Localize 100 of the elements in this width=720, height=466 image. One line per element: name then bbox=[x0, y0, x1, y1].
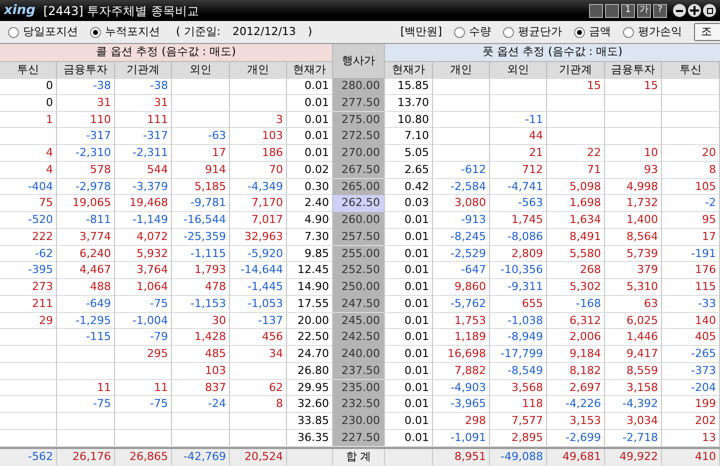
strike-cell: 272.50 bbox=[333, 128, 385, 145]
value-cell-text: 456 bbox=[262, 329, 283, 346]
value-cell-text: -2 bbox=[705, 195, 716, 212]
value-cell-text: -9,311 bbox=[508, 279, 543, 295]
value-cell-text: -3,965 bbox=[450, 396, 486, 412]
value-cell-text: 19,468 bbox=[130, 195, 168, 212]
value-cell-text: -75 bbox=[150, 396, 168, 412]
radio-button[interactable] bbox=[623, 26, 634, 38]
value-cell-text: -563 bbox=[518, 195, 543, 212]
value-cell-text: 8 bbox=[276, 396, 283, 412]
maximize-icon[interactable] bbox=[703, 4, 716, 17]
query-button[interactable]: 조 bbox=[694, 23, 720, 41]
value-cell-text: 3 bbox=[276, 112, 283, 128]
value-cell-text: -647 bbox=[461, 262, 486, 278]
value-cell-text: 3,158 bbox=[626, 380, 658, 396]
radio-label[interactable]: 수량 bbox=[469, 24, 491, 40]
value-cell-text: -317 bbox=[143, 128, 168, 144]
price-cell-text: 0.01 bbox=[404, 380, 429, 396]
value-cell-text: 32,963 bbox=[244, 228, 283, 245]
value-cell-text: 6,312 bbox=[570, 312, 601, 328]
window-icon[interactable] bbox=[589, 4, 603, 18]
value-cell-text: -38 bbox=[150, 78, 168, 94]
tool-button[interactable]: 1 bbox=[621, 4, 635, 18]
value-cell-text: 5,739 bbox=[626, 246, 658, 262]
price-cell-text: 36.35 bbox=[298, 430, 329, 446]
radio-label[interactable]: 누적포지션 bbox=[105, 24, 160, 40]
radio-button[interactable] bbox=[8, 26, 19, 38]
value-cell-text: -33 bbox=[698, 296, 716, 312]
price-cell-text: 0.01 bbox=[404, 362, 429, 379]
price-cell-text: 7.10 bbox=[404, 128, 429, 144]
value-cell-text: 211 bbox=[32, 296, 53, 312]
value-cell-text: -16,544 bbox=[184, 212, 226, 228]
value-cell-text: 95 bbox=[702, 212, 716, 228]
value-cell-text: 15 bbox=[587, 78, 601, 94]
value-cell-text: -8,949 bbox=[508, 329, 543, 346]
value-cell-text: 3,568 bbox=[512, 380, 543, 396]
value-cell-text: -913 bbox=[461, 212, 486, 228]
value-cell-text: 655 bbox=[522, 296, 543, 312]
value-cell-text: -63 bbox=[208, 128, 226, 144]
value-cell-text: 1,428 bbox=[194, 329, 226, 346]
value-cell-text: -5,920 bbox=[248, 246, 283, 262]
radio-button[interactable] bbox=[503, 26, 514, 38]
value-cell-text: -204 bbox=[691, 380, 716, 396]
price-cell-text: 0.01 bbox=[404, 212, 429, 228]
minimize-icon[interactable] bbox=[673, 4, 686, 17]
value-cell-text: 2,006 bbox=[570, 329, 601, 346]
value-cell-text: 115 bbox=[695, 279, 716, 295]
tool-button[interactable]: 가 bbox=[637, 4, 651, 18]
price-cell-text: 15.85 bbox=[398, 78, 429, 94]
value-cell-text: -2,718 bbox=[622, 430, 658, 446]
value-cell-text: 71 bbox=[587, 162, 601, 178]
radio-label[interactable]: 평균단가 bbox=[518, 24, 562, 40]
value-cell-text: 298 bbox=[465, 413, 486, 429]
radio-label[interactable]: 당일포지션 bbox=[23, 24, 78, 40]
value-cell-text: 1,745 bbox=[512, 212, 543, 228]
value-cell-text: 21 bbox=[529, 145, 543, 161]
price-cell-text: 0.01 bbox=[404, 329, 429, 346]
price-cell-text: 33.85 bbox=[298, 413, 329, 429]
tool-button[interactable]: ? bbox=[653, 4, 667, 18]
price-cell-text: 12.45 bbox=[298, 262, 329, 278]
value-cell-text: 1,446 bbox=[626, 329, 658, 346]
strike-cell: 280.00 bbox=[333, 78, 385, 94]
price-cell-text: 2.40 bbox=[304, 195, 329, 212]
value-cell-text: 3,774 bbox=[80, 228, 111, 245]
price-cell-text: 0.01 bbox=[404, 346, 429, 362]
value-cell-text: 5,302 bbox=[570, 279, 601, 295]
radio-label[interactable]: 금액 bbox=[589, 24, 611, 40]
value-cell-text: -395 bbox=[28, 262, 53, 278]
value-cell-text: 3,764 bbox=[136, 262, 168, 278]
value-cell-text: 914 bbox=[205, 162, 226, 178]
value-cell-text: 75 bbox=[39, 195, 53, 212]
price-cell-text: 0.01 bbox=[404, 296, 429, 312]
value-cell-text: -2,311 bbox=[132, 145, 168, 161]
move-icon[interactable] bbox=[688, 4, 701, 17]
strike-cell: 250.00 bbox=[333, 279, 385, 296]
value-cell-text: 405 bbox=[695, 329, 716, 346]
value-cell-text: 8,491 bbox=[570, 228, 601, 245]
window-icon[interactable] bbox=[605, 4, 619, 18]
value-cell-text: -2,310 bbox=[76, 145, 111, 161]
value-cell-text: 7,017 bbox=[252, 212, 283, 228]
radio-button[interactable] bbox=[90, 26, 101, 38]
value-cell-text: -11 bbox=[525, 112, 543, 128]
value-cell-text: 3,153 bbox=[570, 413, 601, 429]
price-cell-text: 26.80 bbox=[298, 362, 329, 379]
strike-cell: 252.50 bbox=[333, 262, 385, 279]
value-cell-text: 49,681 bbox=[562, 448, 601, 464]
value-cell-text: -373 bbox=[691, 362, 716, 379]
value-cell-text: -1,153 bbox=[190, 296, 226, 312]
value-cell-text: -8,086 bbox=[508, 228, 543, 245]
column-header: 현재가 bbox=[385, 62, 433, 79]
value-cell-text: 488 bbox=[90, 279, 111, 295]
radio-button[interactable] bbox=[454, 26, 465, 38]
price-cell-text: 5.05 bbox=[404, 145, 429, 161]
value-cell-text: -38 bbox=[93, 78, 111, 94]
value-cell-text: -1,115 bbox=[190, 246, 226, 262]
value-cell-text: -17,799 bbox=[500, 346, 543, 362]
value-cell-text: 4,072 bbox=[136, 228, 168, 245]
value-cell-text: 7,882 bbox=[454, 362, 486, 379]
radio-label[interactable]: 평가손익 bbox=[638, 24, 682, 40]
radio-button[interactable] bbox=[574, 26, 585, 38]
